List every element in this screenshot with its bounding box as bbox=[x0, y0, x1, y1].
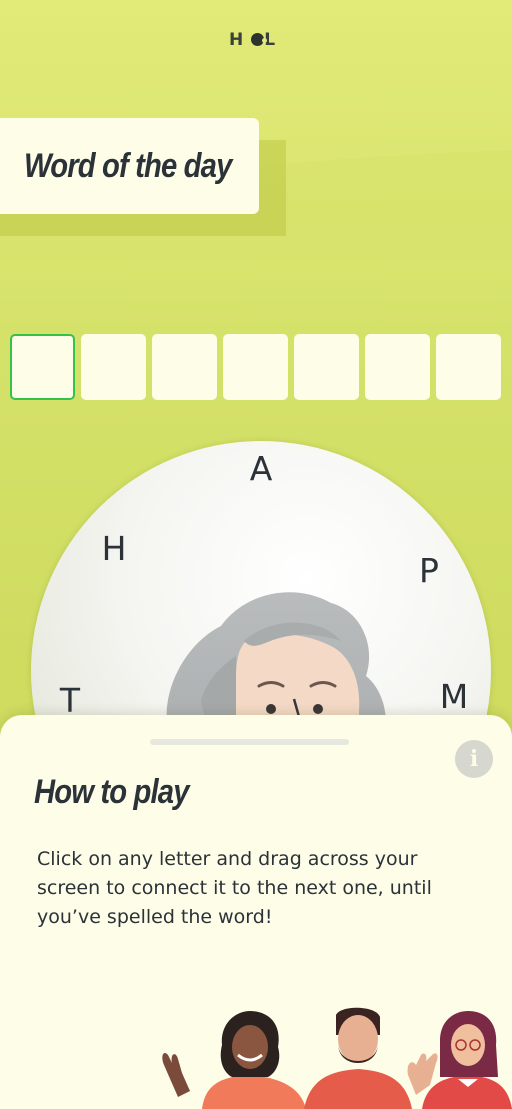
app-logo: HL bbox=[0, 30, 512, 50]
page-title: Word of the day bbox=[24, 146, 232, 185]
sheet-instructions: Click on any letter and drag across your… bbox=[37, 848, 432, 928]
info-icon[interactable]: i bbox=[455, 740, 493, 778]
wheel-letter-a[interactable]: A bbox=[241, 449, 281, 488]
sheet-title: How to play bbox=[34, 773, 189, 811]
people-illustration bbox=[162, 1007, 512, 1109]
word-slot-3[interactable] bbox=[152, 334, 217, 400]
word-slot-7[interactable] bbox=[436, 334, 501, 400]
word-slot-1[interactable] bbox=[10, 334, 75, 400]
how-to-play-sheet: i How to play Click on any letter and dr… bbox=[0, 715, 512, 1109]
sheet-drag-handle[interactable] bbox=[150, 739, 349, 745]
word-slot-4[interactable] bbox=[223, 334, 288, 400]
word-slot-2[interactable] bbox=[81, 334, 146, 400]
word-slot-5[interactable] bbox=[294, 334, 359, 400]
wheel-letter-p[interactable]: P bbox=[409, 551, 449, 590]
logo-letter-left: H bbox=[228, 30, 252, 50]
title-card: Word of the day bbox=[0, 118, 259, 214]
wheel-letter-m[interactable]: M bbox=[434, 677, 474, 716]
word-slot-6[interactable] bbox=[365, 334, 430, 400]
wheel-letter-h[interactable]: H bbox=[94, 529, 134, 568]
word-slots bbox=[10, 334, 501, 400]
logo-dot-icon bbox=[251, 33, 268, 46]
